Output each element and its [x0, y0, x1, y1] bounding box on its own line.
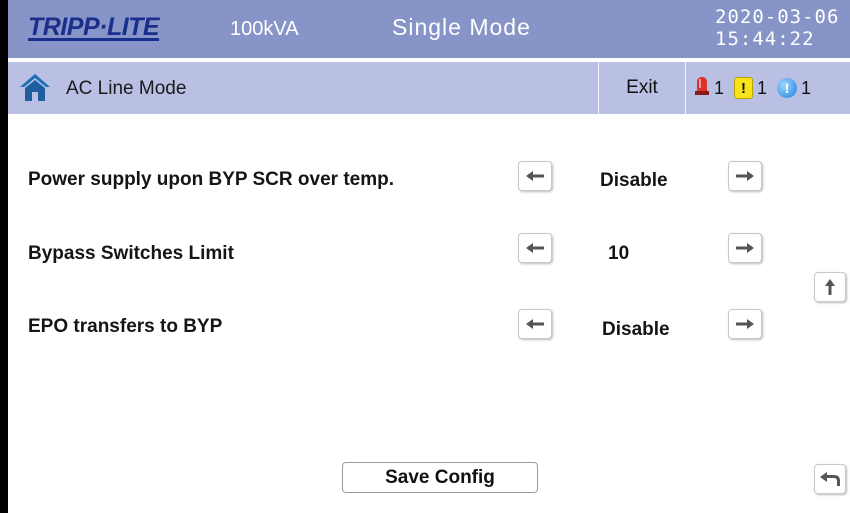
decrease-button[interactable]	[518, 309, 552, 339]
siren-icon	[694, 75, 710, 102]
info-icon: !	[777, 78, 798, 98]
setting-label-epo-transfers: EPO transfers to BYP	[28, 316, 223, 337]
setting-value: 10	[608, 243, 630, 264]
warning-icon: !	[734, 77, 754, 99]
ups-screen: TRIPP·LITE 100kVA Single Mode 2020-03-06…	[8, 0, 850, 513]
arrow-left-icon	[526, 243, 544, 253]
alarm-warning[interactable]: ! 1	[734, 77, 767, 99]
arrow-left-icon	[526, 319, 544, 329]
clock: 2020-03-06 15:44:22	[715, 6, 839, 50]
operating-mode: Single Mode	[392, 14, 531, 40]
increase-button[interactable]	[728, 233, 762, 263]
arrow-right-icon	[736, 319, 754, 329]
alarm-info[interactable]: ! 1	[777, 78, 811, 99]
page-title: AC Line Mode	[66, 78, 187, 99]
date-text: 2020-03-06	[715, 6, 840, 28]
setting-value: Disable	[600, 170, 668, 191]
home-icon[interactable]	[18, 70, 52, 104]
arrow-left-icon	[526, 171, 544, 181]
critical-count: 1	[714, 77, 725, 98]
alarm-summary: 1 ! 1 ! 1	[694, 62, 821, 114]
arrow-right-icon	[736, 171, 754, 181]
back-button[interactable]	[814, 464, 846, 494]
brand-logo: TRIPP·LITE	[28, 13, 160, 51]
brand-name: TRIPP·LITE	[28, 13, 160, 41]
scroll-up-button[interactable]	[814, 272, 846, 302]
increase-button[interactable]	[728, 309, 762, 339]
info-count: 1	[801, 77, 812, 98]
time-text: 15:44:22	[715, 28, 815, 50]
decrease-button[interactable]	[518, 161, 552, 191]
arrow-right-icon	[736, 243, 754, 253]
save-config-button[interactable]: Save Config	[342, 462, 538, 493]
setting-label-bypass-switches-limit: Bypass Switches Limit	[28, 243, 234, 264]
warning-count: 1	[757, 77, 768, 98]
decrease-button[interactable]	[518, 233, 552, 263]
return-icon	[820, 472, 840, 486]
increase-button[interactable]	[728, 161, 762, 191]
power-rating: 100kVA	[230, 18, 299, 40]
arrow-up-icon	[825, 279, 835, 295]
exit-button[interactable]: Exit	[598, 62, 686, 114]
alarm-critical[interactable]: 1	[694, 75, 724, 102]
setting-value: Disable	[602, 319, 670, 340]
title-bar: TRIPP·LITE 100kVA Single Mode 2020-03-06…	[8, 0, 850, 58]
setting-label-byp-scr-overtemp: Power supply upon BYP SCR over temp.	[28, 169, 394, 190]
status-bar: AC Line Mode Exit 1 ! 1 ! 1	[8, 62, 850, 114]
